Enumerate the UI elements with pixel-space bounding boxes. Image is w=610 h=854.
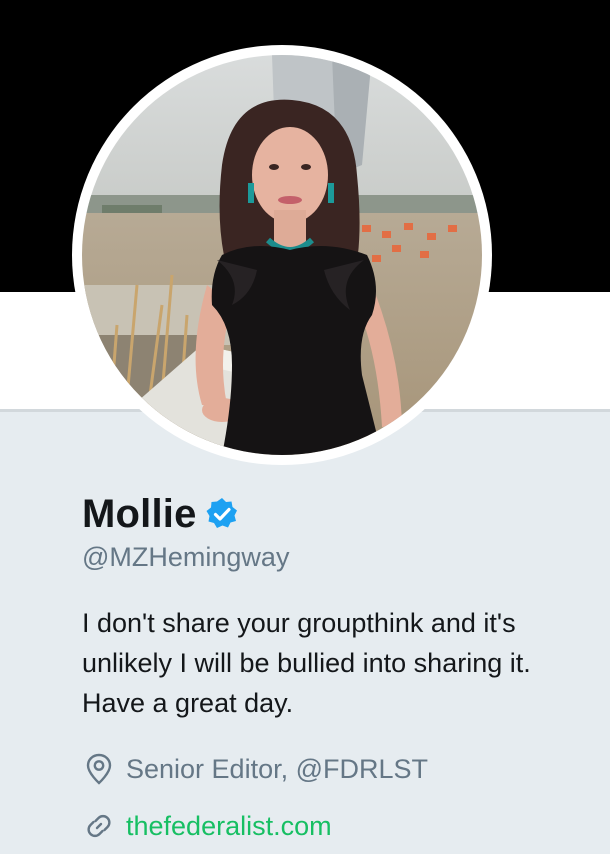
profile-handle[interactable]: @MZHemingway <box>82 542 289 573</box>
profile-page: Mollie @MZHemingway I don't share your g… <box>0 0 610 854</box>
link-icon <box>82 809 116 843</box>
profile-avatar[interactable] <box>72 45 492 465</box>
profile-url[interactable]: thefederalist.com <box>82 806 332 846</box>
profile-bio: I don't share your groupthink and it's u… <box>82 608 531 718</box>
url-link[interactable]: thefederalist.com <box>126 811 332 842</box>
display-name-row: Mollie <box>82 486 239 542</box>
location-text: Senior Editor, @FDRLST <box>126 753 429 784</box>
location-pin-icon <box>82 752 116 786</box>
avatar-photo <box>82 55 482 455</box>
display-name: Mollie <box>82 491 197 536</box>
profile-location: Senior Editor, @FDRLST <box>82 749 428 789</box>
verified-badge-icon <box>205 497 239 531</box>
